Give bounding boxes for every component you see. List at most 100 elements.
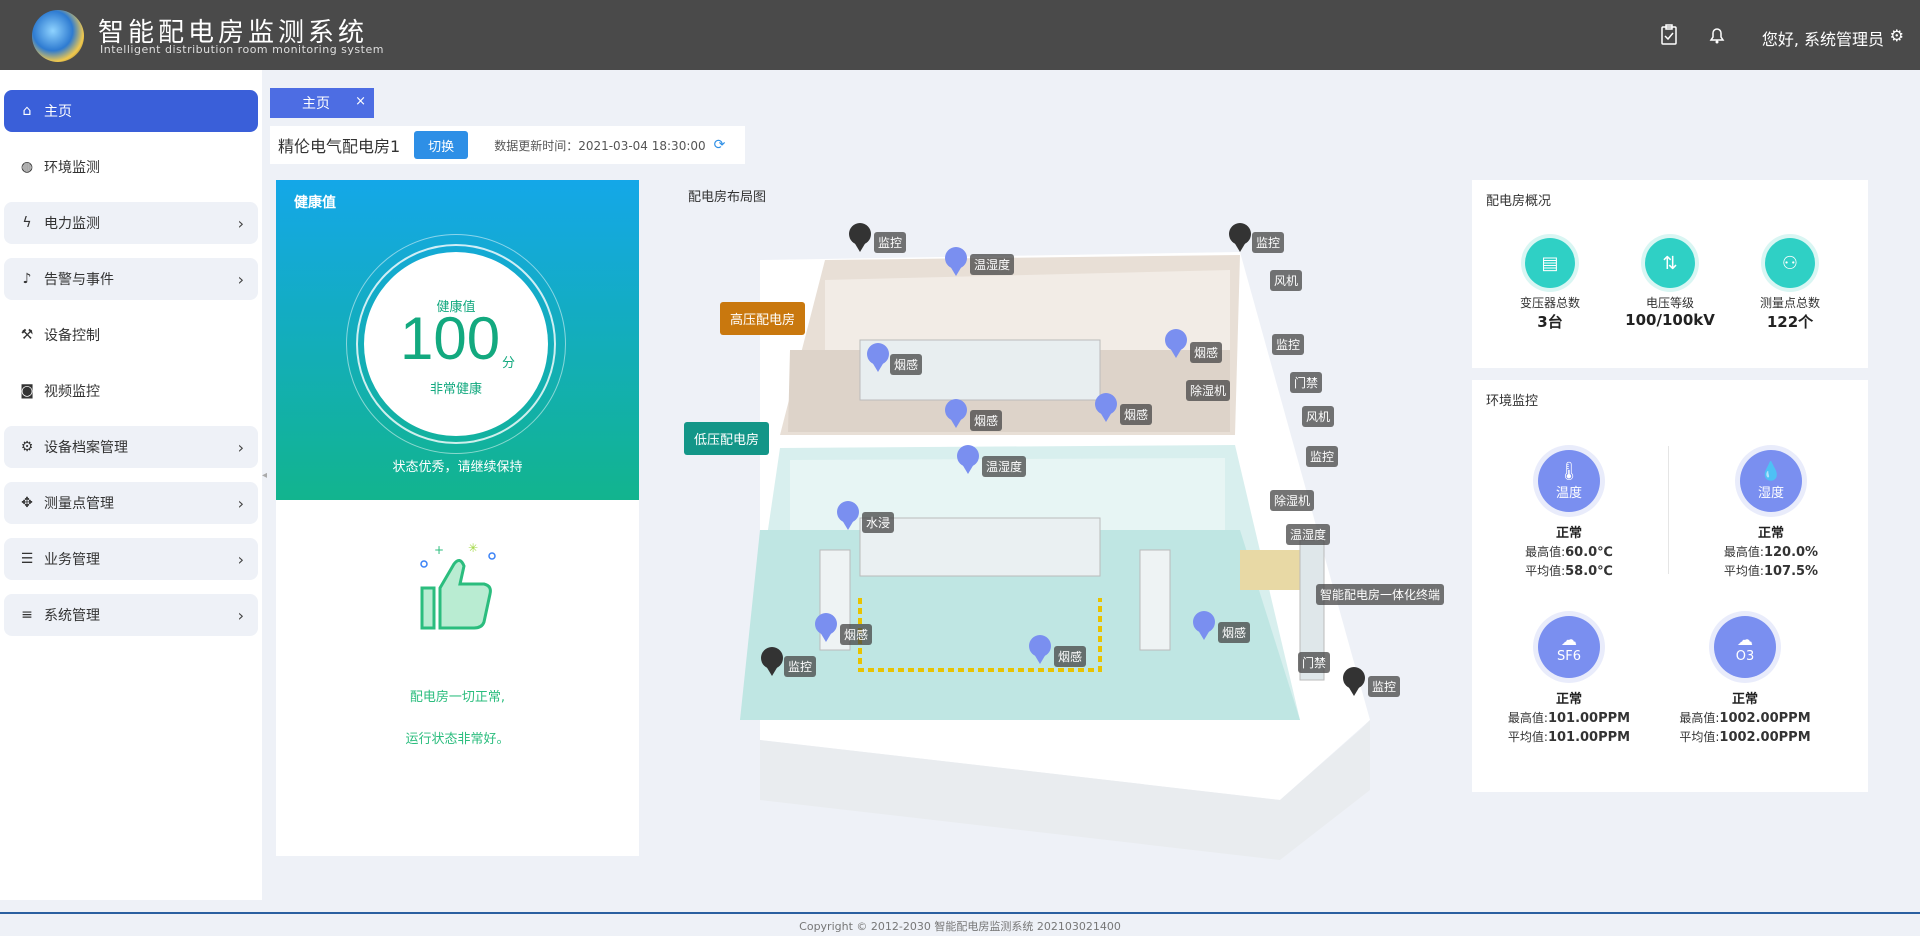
- transformer-icon: ▤: [1525, 238, 1575, 288]
- door-tag[interactable]: 门禁: [1290, 372, 1323, 393]
- high-voltage-room-label[interactable]: 高压配电房: [720, 302, 806, 335]
- smoke-tag[interactable]: 烟感: [1120, 404, 1153, 425]
- smoke-tag[interactable]: 烟感: [890, 354, 923, 375]
- refresh-icon[interactable]: ⟳: [714, 137, 726, 153]
- smoke-tag[interactable]: 烟感: [1054, 646, 1087, 667]
- smoke-pin-icon: [815, 613, 837, 642]
- env-max: 最高值:120.0%: [1723, 545, 1819, 560]
- sidebar-item-label: 系统管理: [44, 608, 100, 624]
- health-panel: 健康值 健康值 100 分 非常健康 状态优秀，请继续保持 + ✳ 配电房一切正…: [276, 180, 639, 856]
- temp-humidity-tag[interactable]: 温湿度: [1286, 524, 1331, 545]
- smoke-tag[interactable]: 烟感: [970, 410, 1003, 431]
- camera-icon: ◙: [20, 383, 34, 399]
- sidebar-item-alarms[interactable]: ♪ 告警与事件 ›: [4, 258, 258, 300]
- camera-tag[interactable]: 监控: [1252, 232, 1285, 253]
- camera-tag[interactable]: 监控: [784, 656, 817, 677]
- sidebar-item-system[interactable]: ≡ 系统管理 ›: [4, 594, 258, 636]
- sidebar-item-label: 测量点管理: [44, 496, 114, 512]
- sidebar-item-label: 电力监测: [44, 216, 100, 232]
- env-name: 温度: [1555, 486, 1582, 501]
- top-header: 智能配电房监测系统 Intelligent distribution room …: [0, 0, 1920, 70]
- overview-value: 100/100kV: [1625, 311, 1715, 329]
- sidebar-item-device-control[interactable]: ⚒ 设备控制: [4, 314, 258, 356]
- camera-tag[interactable]: 监控: [1272, 334, 1305, 355]
- cloud-icon: ☁ SF6: [1538, 616, 1600, 678]
- fan-tag[interactable]: 风机: [1302, 406, 1335, 427]
- env-item-humidity: 💧 湿度 正常 最高值:120.0% 平均值:107.5%: [1686, 450, 1856, 579]
- health-gauge: 健康值 100 分 非常健康: [364, 252, 548, 436]
- terminal-tag[interactable]: 智能配电房一体化终端: [1316, 584, 1445, 605]
- health-status: 非常健康: [429, 382, 482, 397]
- water-tag[interactable]: 水浸: [862, 512, 895, 533]
- sidebar-item-power[interactable]: ϟ 电力监测 ›: [4, 202, 258, 244]
- env-name: O3: [1735, 649, 1755, 664]
- camera-tag[interactable]: 监控: [874, 232, 907, 253]
- sidebar-item-label: 告警与事件: [44, 272, 114, 288]
- overview-title: 配电房概况: [1486, 194, 1552, 209]
- room-layout-map: 高压配电房 低压配电房 监控 温湿度 监控 风机 监控 烟感 烟感 门禁 除湿机…: [680, 200, 1460, 860]
- voltage-icon: ⇅: [1645, 238, 1695, 288]
- bell-icon[interactable]: [1706, 24, 1728, 46]
- chevron-right-icon: ›: [237, 605, 244, 625]
- env-status: 正常: [1731, 692, 1758, 707]
- sidebar-item-label: 设备档案管理: [44, 440, 128, 456]
- sidebar-item-device-archive[interactable]: ⚙ 设备档案管理 ›: [4, 426, 258, 468]
- sidebar-item-environment[interactable]: ◍ 环境监测: [4, 146, 258, 188]
- clipboard-icon[interactable]: [1658, 24, 1680, 46]
- room-bar: 精伦电气配电房1 切换 数据更新时间：2021-03-04 18:30:00 ⟳: [270, 126, 745, 164]
- user-greeting[interactable]: 您好, 系统管理员: [1762, 26, 1884, 50]
- footer-divider: [0, 912, 1920, 914]
- camera-pin-icon: [1343, 667, 1365, 696]
- dehumidifier-tag[interactable]: 除湿机: [1186, 380, 1231, 401]
- smoke-tag[interactable]: 烟感: [1190, 342, 1223, 363]
- smoke-tag[interactable]: 烟感: [1218, 622, 1251, 643]
- camera-tag[interactable]: 监控: [1306, 446, 1339, 467]
- temp-humidity-pin-icon: [957, 445, 979, 474]
- env-max: 最高值:101.00PPM: [1507, 711, 1631, 726]
- overview-value: 122个: [1766, 313, 1814, 331]
- droplet-icon: 💧 湿度: [1740, 450, 1802, 512]
- door-tag[interactable]: 门禁: [1298, 652, 1331, 673]
- env-status: 正常: [1555, 692, 1582, 707]
- health-value: 100: [400, 305, 501, 372]
- smoke-tag[interactable]: 烟感: [840, 624, 873, 645]
- gear-icon[interactable]: ⚙: [1890, 26, 1904, 45]
- smoke-pin-icon: [1193, 611, 1215, 640]
- wrench-icon: ⚒: [20, 327, 34, 343]
- sidebar-item-home[interactable]: ⌂ 主页: [4, 90, 258, 132]
- bolt-icon: ϟ: [22, 215, 32, 231]
- sidebar-item-label: 设备控制: [44, 328, 100, 344]
- sidebar-item-measure-points[interactable]: ✥ 测量点管理 ›: [4, 482, 258, 524]
- gear-icon: ⚙: [20, 439, 34, 455]
- chevron-right-icon: ›: [237, 213, 244, 233]
- sidebar-item-business[interactable]: ☰ 业务管理 ›: [4, 538, 258, 580]
- camera-tag[interactable]: 监控: [1368, 676, 1401, 697]
- smoke-pin-icon: [867, 343, 889, 372]
- divider: [1668, 446, 1669, 574]
- env-avg: 平均值:1002.00PPM: [1679, 730, 1811, 745]
- camera-pin-icon: [849, 223, 871, 252]
- temp-humidity-tag[interactable]: 温湿度: [982, 456, 1027, 477]
- smoke-pin-icon: [945, 399, 967, 428]
- app-subtitle: Intelligent distribution room monitoring…: [100, 43, 384, 56]
- sidebar-collapse-handle[interactable]: ◂: [262, 470, 270, 486]
- overview-label: 电压等级: [1645, 296, 1694, 310]
- sidebar-item-label: 环境监测: [44, 160, 100, 176]
- smoke-pin-icon: [1029, 635, 1051, 664]
- env-item-temperature: 🌡 温度 正常 最高值:60.0℃ 平均值:58.0℃: [1484, 450, 1654, 579]
- fan-tag[interactable]: 风机: [1270, 270, 1303, 291]
- low-voltage-room-label[interactable]: 低压配电房: [684, 422, 770, 455]
- close-icon[interactable]: ×: [355, 94, 366, 109]
- overview-item-measure-points: ⚇ 测量点总数 122个: [1730, 238, 1850, 332]
- overview-value: 3台: [1537, 313, 1563, 331]
- health-title: 健康值: [294, 195, 336, 211]
- sidebar-item-video[interactable]: ◙ 视频监控: [4, 370, 258, 412]
- switch-room-button[interactable]: 切换: [414, 131, 469, 159]
- dehumidifier-tag[interactable]: 除湿机: [1270, 490, 1315, 511]
- chevron-right-icon: ›: [237, 549, 244, 569]
- env-name: SF6: [1556, 649, 1581, 664]
- temp-humidity-tag[interactable]: 温湿度: [970, 254, 1015, 275]
- crosshair-icon: ✥: [21, 495, 33, 511]
- tab-home[interactable]: 主页 ×: [270, 88, 374, 118]
- thumbs-up-icon: + ✳: [420, 541, 496, 630]
